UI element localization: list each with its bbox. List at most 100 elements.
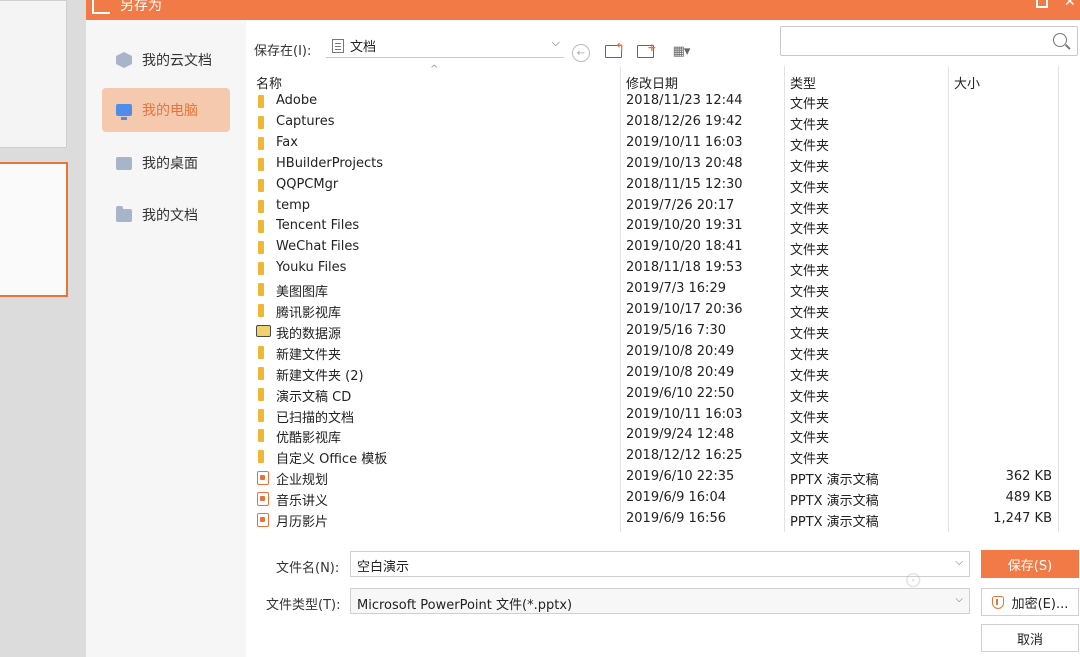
file-name: HBuilderProjects xyxy=(276,155,384,171)
filetype-select[interactable]: Microsoft PowerPoint 文件(*.pptx) ⌵ xyxy=(350,588,970,614)
file-name: Fax xyxy=(276,134,298,150)
file-list-row[interactable]: Adobe 2018/11/23 12:44 文件夹 xyxy=(248,91,1060,112)
file-modified-date: 2019/7/3 16:29 xyxy=(626,281,726,297)
dialog-titlebar[interactable]: 另存为 ✕ xyxy=(86,0,1080,20)
file-name: 美图图库 xyxy=(276,285,329,301)
folder-icon xyxy=(258,241,264,255)
chevron-down-icon[interactable]: ⌵ xyxy=(552,36,560,50)
folder-icon xyxy=(258,408,264,422)
file-list-row[interactable]: Fax 2019/10/11 16:03 文件夹 xyxy=(248,133,1060,154)
file-type: 文件夹 xyxy=(790,180,830,196)
file-list-row[interactable]: 优酷影视库 2019/9/24 12:48 文件夹 xyxy=(248,425,1060,446)
file-type: PPTX 演示文稿 xyxy=(790,473,879,489)
file-list-row[interactable]: 月历影片 2019/6/9 16:56 PPTX 演示文稿 1,247 KB xyxy=(248,509,1060,530)
folder-icon xyxy=(258,157,264,171)
file-type: 文件夹 xyxy=(790,368,830,384)
column-header-type[interactable]: 类型 xyxy=(790,73,816,92)
chevron-down-icon[interactable]: ⌵ xyxy=(955,557,963,568)
search-input[interactable] xyxy=(780,26,1078,56)
file-list-row[interactable]: Youku Files 2018/11/18 19:53 文件夹 xyxy=(248,258,1060,279)
new-folder-button[interactable]: + xyxy=(634,40,657,62)
file-type: 文件夹 xyxy=(790,243,830,259)
file-list-row[interactable]: 演示文稿 CD 2019/6/10 22:50 文件夹 xyxy=(248,384,1060,405)
desktop-icon xyxy=(116,156,132,170)
sidebar-item-documents[interactable]: 我的文档 xyxy=(102,193,230,237)
file-type: 文件夹 xyxy=(790,410,830,426)
file-modified-date: 2019/10/20 18:41 xyxy=(626,239,743,255)
filename-input[interactable]: 空白演示 ⌵ xyxy=(350,551,970,577)
sidebar-item-label: 我的文档 xyxy=(142,208,198,224)
file-list-row[interactable]: 腾讯影视库 2019/10/17 20:36 文件夹 xyxy=(248,300,1060,321)
sidebar-item-desktop[interactable]: 我的桌面 xyxy=(102,141,230,185)
slide-thumbnail[interactable] xyxy=(0,0,67,148)
chevron-down-icon[interactable]: ⌵ xyxy=(955,594,963,605)
file-list-row[interactable]: QQPCMgr 2018/11/15 12:30 文件夹 xyxy=(248,175,1060,196)
file-list-row[interactable]: 我的数据源 2019/5/16 7:30 文件夹 xyxy=(248,321,1060,342)
file-name: 自定义 Office 模板 xyxy=(276,452,388,468)
view-menu-button[interactable]: ▦▾ xyxy=(666,40,696,62)
save-in-dropdown[interactable]: 文档 ⌵ xyxy=(326,34,564,58)
file-list-row[interactable]: 音乐讲义 2019/6/9 16:04 PPTX 演示文稿 489 KB xyxy=(248,488,1060,509)
file-list-row[interactable]: 自定义 Office 模板 2018/12/12 16:25 文件夹 xyxy=(248,446,1060,467)
encrypt-button[interactable]: 加密(E)... xyxy=(981,588,1079,616)
sidebar-item-label: 我的电脑 xyxy=(142,103,198,119)
dialog-title: 另存为 xyxy=(120,0,162,14)
file-modified-date: 2019/10/13 20:48 xyxy=(626,155,743,171)
cloud-docs-icon xyxy=(116,52,132,68)
filename-label: 文件名(N): xyxy=(276,561,340,576)
column-header-name[interactable]: 名称 xyxy=(256,73,282,92)
sidebar-item-cloud-docs[interactable]: 我的云文档 xyxy=(102,38,230,82)
file-name: 已扫描的文档 xyxy=(276,410,355,426)
file-list-row[interactable]: 已扫描的文档 2019/10/11 16:03 文件夹 xyxy=(248,405,1060,426)
folder-icon xyxy=(258,387,264,401)
sidebar-item-my-computer[interactable]: 我的电脑 xyxy=(102,88,230,132)
cancel-button[interactable]: 取消 xyxy=(981,624,1079,652)
folder-icon xyxy=(258,429,264,443)
computer-icon xyxy=(116,104,132,120)
file-list-row[interactable]: HBuilderProjects 2019/10/13 20:48 文件夹 xyxy=(248,154,1060,175)
file-modified-date: 2019/10/20 19:31 xyxy=(626,218,743,234)
back-button[interactable]: ← xyxy=(572,44,590,62)
file-list-row[interactable]: temp 2019/7/26 20:17 文件夹 xyxy=(248,196,1060,217)
save-button-label: 保存(S) xyxy=(1007,558,1053,574)
file-modified-date: 2019/10/11 16:03 xyxy=(626,406,743,422)
file-name: QQPCMgr xyxy=(276,176,339,192)
column-header-date[interactable]: 修改日期 xyxy=(626,73,678,92)
slide-thumbnail-selected[interactable] xyxy=(0,162,68,297)
folder-icon xyxy=(258,115,264,129)
file-list-row[interactable]: 美图图库 2019/7/3 16:29 文件夹 xyxy=(248,279,1060,300)
file-list: 名称 ^ 修改日期 类型 大小 Adobe 2018/11/23 12:44 文件夹… xyxy=(248,64,1060,536)
documents-folder-icon xyxy=(116,205,132,222)
file-type: 文件夹 xyxy=(790,222,830,238)
file-size: 1,247 KB xyxy=(993,511,1052,526)
maximize-icon[interactable] xyxy=(1036,0,1048,8)
column-header-size[interactable]: 大小 xyxy=(954,73,980,92)
file-list-row[interactable]: 新建文件夹 (2) 2019/10/8 20:49 文件夹 xyxy=(248,363,1060,384)
file-list-row[interactable]: 新建文件夹 2019/10/8 20:49 文件夹 xyxy=(248,342,1060,363)
file-modified-date: 2019/5/16 7:30 xyxy=(626,322,726,338)
file-type: PPTX 演示文稿 xyxy=(790,494,879,510)
file-list-row[interactable]: Captures 2018/12/26 19:42 文件夹 xyxy=(248,112,1060,133)
file-list-row[interactable]: 企业规划 2019/6/10 22:35 PPTX 演示文稿 362 KB xyxy=(248,467,1060,488)
file-type: 文件夹 xyxy=(790,431,830,447)
file-name: 企业规划 xyxy=(276,473,329,489)
close-icon[interactable]: ✕ xyxy=(1064,0,1076,10)
file-name: temp xyxy=(276,197,311,213)
up-folder-button[interactable]: ↰ xyxy=(602,40,625,62)
search-icon[interactable] xyxy=(1053,33,1067,47)
file-modified-date: 2019/6/10 22:50 xyxy=(626,385,735,401)
file-modified-date: 2019/6/9 16:04 xyxy=(626,490,726,506)
file-list-header: 名称 ^ 修改日期 类型 大小 xyxy=(248,64,1060,94)
save-button[interactable]: 保存(S) xyxy=(981,550,1079,578)
back-arrow-icon: ← xyxy=(576,47,586,59)
save-as-dialog: 另存为 ✕ 我的云文档 我的电脑 我的桌面 我的文档 保存在(I): 文档 ⌵ … xyxy=(86,0,1080,657)
file-list-row[interactable]: WeChat Files 2019/10/20 18:41 文件夹 xyxy=(248,237,1060,258)
file-type: 文件夹 xyxy=(790,97,830,112)
file-name: Captures xyxy=(276,113,335,129)
filetype-label: 文件类型(T): xyxy=(266,598,341,613)
file-list-row[interactable]: Tencent Files 2019/10/20 19:31 文件夹 xyxy=(248,216,1060,237)
file-name: WeChat Files xyxy=(276,239,360,255)
folder-icon xyxy=(258,450,264,464)
file-name: 音乐讲义 xyxy=(276,494,329,510)
file-name: 腾讯影视库 xyxy=(276,306,342,321)
